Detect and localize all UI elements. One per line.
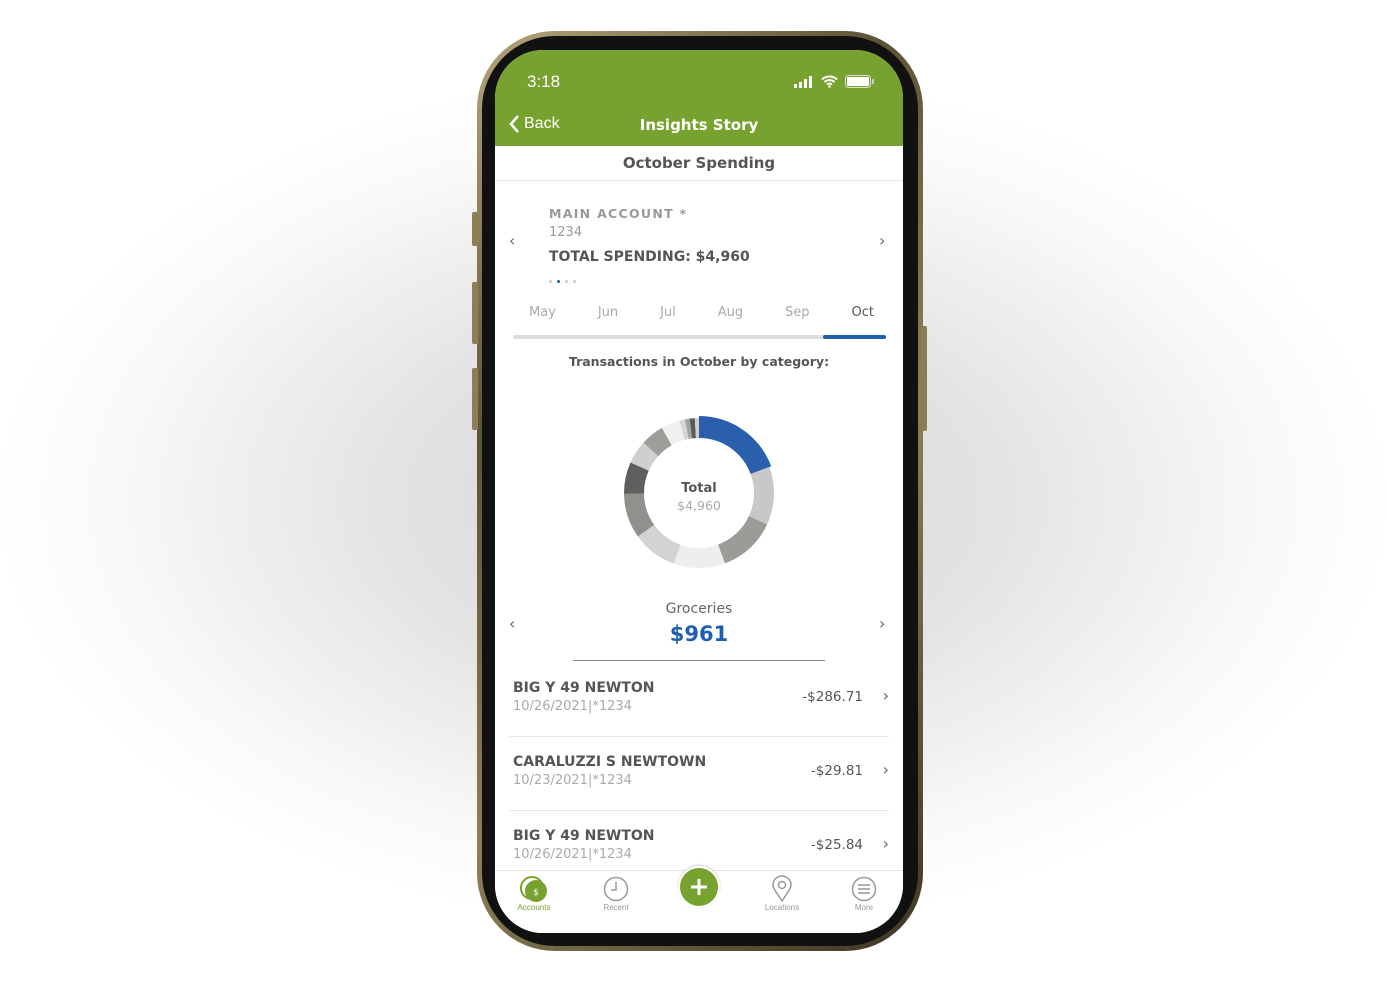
category-underline [573, 660, 825, 661]
total-spending: TOTAL SPENDING: $4,960 [549, 249, 750, 265]
month-tab-sep[interactable]: Sep [785, 305, 810, 320]
volume-down-button [472, 368, 478, 430]
transaction-amount: -$29.81 [810, 763, 863, 779]
merchant-name: BIG Y 49 NEWTON [513, 680, 655, 696]
transaction-amount: -$286.71 [802, 689, 863, 705]
month-tab-may[interactable]: May [529, 305, 556, 320]
tab-label: Accounts [517, 903, 551, 912]
month-indicator [823, 335, 886, 339]
month-tab-aug[interactable]: Aug [718, 305, 743, 320]
donut-center-label: Total [681, 481, 717, 496]
location-pin-icon [772, 875, 792, 903]
app-screen: 3:18 Back Insights Story October Spendin… [495, 50, 903, 933]
donut-slice[interactable] [718, 516, 768, 564]
transaction-row[interactable]: CARALUZZI S NEWTOWN 10/23/2021|*1234 -$2… [509, 754, 889, 814]
battery-icon [845, 75, 874, 88]
tab-more[interactable]: More [834, 875, 894, 912]
donut-center-value: $4,960 [677, 498, 721, 513]
month-tab-jul[interactable]: Jul [660, 305, 676, 320]
mute-switch [472, 212, 478, 246]
transaction-date: 10/23/2021 [513, 773, 588, 788]
clock-icon [603, 876, 629, 902]
month-tab-oct[interactable]: Oct [851, 305, 873, 320]
category-amount: $961 [669, 622, 729, 646]
account-name: MAIN ACCOUNT * [549, 206, 688, 221]
account-next-button[interactable]: › [879, 231, 885, 250]
month-tabs: May Jun Jul Aug Sep Oct [513, 305, 886, 320]
accounts-icon: $ [520, 876, 547, 902]
chevron-right-icon: › [882, 760, 889, 779]
transaction-amount: -$25.84 [810, 837, 863, 853]
tab-label: More [854, 903, 874, 912]
transaction-account: *1234 [592, 773, 632, 788]
chevron-right-icon: › [882, 686, 889, 705]
transaction-meta: 10/26/2021|*1234 [513, 847, 632, 862]
tab-label: Locations [764, 903, 800, 912]
tab-locations[interactable]: Locations [752, 875, 812, 912]
transactions-heading: Transactions in October by category: [568, 354, 830, 369]
tab-accounts[interactable]: $ Accounts [504, 875, 564, 912]
volume-up-button [472, 282, 478, 344]
donut-slice-groceries[interactable] [699, 416, 772, 474]
chevron-right-icon: › [882, 834, 889, 853]
status-icons [794, 75, 875, 88]
divider [495, 180, 903, 181]
page-title: Insights Story [639, 116, 759, 134]
plus-icon [691, 879, 707, 895]
page-dot[interactable] [549, 280, 552, 283]
page-dots [549, 280, 576, 283]
transaction-meta: 10/23/2021|*1234 [513, 773, 632, 788]
page-dot[interactable] [565, 280, 568, 283]
tab-label: Recent [603, 903, 629, 912]
donut-slice[interactable] [673, 544, 725, 568]
transaction-account: *1234 [592, 699, 632, 714]
section-subtitle: October Spending [622, 154, 776, 172]
transaction-date: 10/26/2021 [513, 847, 588, 862]
page-dot[interactable] [573, 280, 576, 283]
account-prev-button[interactable]: ‹ [509, 231, 515, 250]
transaction-date: 10/26/2021 [513, 699, 588, 714]
category-name: Groceries [665, 601, 733, 617]
signal-icon [794, 75, 812, 88]
row-divider [509, 810, 889, 811]
row-divider [509, 736, 889, 737]
account-number: 1234 [549, 225, 583, 240]
month-tab-jun[interactable]: Jun [598, 305, 618, 320]
wifi-icon [821, 75, 838, 88]
power-button [921, 326, 927, 431]
tab-recent[interactable]: Recent [586, 875, 646, 912]
page-dot[interactable] [557, 280, 560, 283]
menu-icon [851, 876, 877, 902]
transaction-row[interactable]: BIG Y 49 NEWTON 10/26/2021|*1234 -$286.7… [509, 680, 889, 740]
merchant-name: BIG Y 49 NEWTON [513, 828, 655, 844]
svg-text:$: $ [533, 888, 539, 898]
status-time: 3:18 [527, 72, 561, 91]
transaction-account: *1234 [592, 847, 632, 862]
merchant-name: CARALUZZI S NEWTOWN [513, 754, 707, 770]
transaction-meta: 10/26/2021|*1234 [513, 699, 632, 714]
add-button[interactable] [678, 866, 720, 908]
